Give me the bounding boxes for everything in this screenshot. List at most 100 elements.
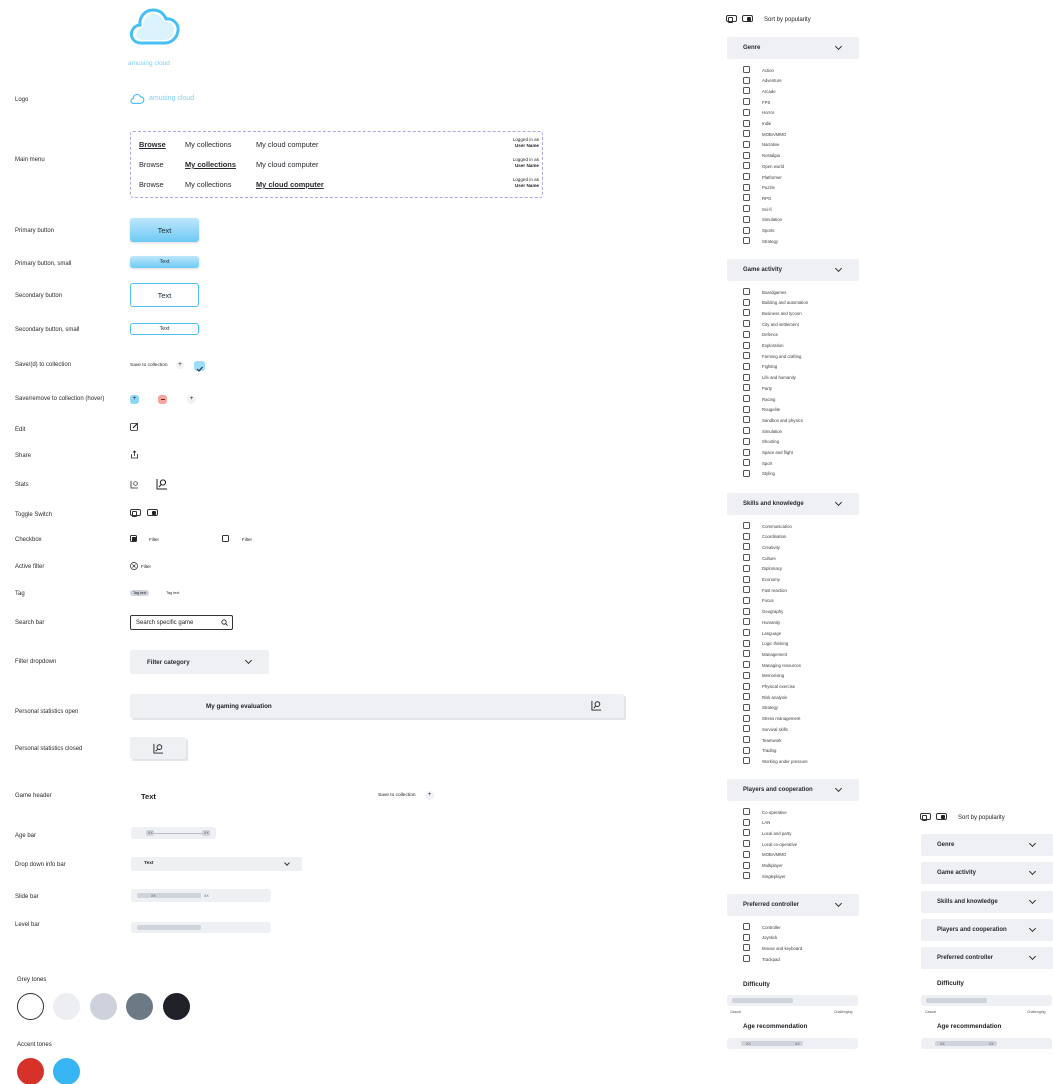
sort-toggle-off[interactable] xyxy=(920,813,931,821)
filter-checkbox[interactable] xyxy=(743,703,750,711)
filter-checkbox[interactable] xyxy=(743,746,750,754)
filter-section-players-and-cooperation[interactable]: Players and cooperation xyxy=(921,918,1053,941)
filter-checkbox[interactable] xyxy=(743,586,750,594)
checkbox-checked[interactable] xyxy=(130,535,137,542)
difficulty-level-bar[interactable] xyxy=(921,995,1052,1006)
filter-checkbox[interactable] xyxy=(743,661,750,669)
filter-checkbox[interactable] xyxy=(743,352,750,360)
filter-checkbox[interactable] xyxy=(743,757,750,765)
close-icon[interactable] xyxy=(130,562,138,570)
menu-item-browse[interactable]: Browse xyxy=(139,160,164,169)
filter-checkbox[interactable] xyxy=(743,693,750,701)
filter-checkbox[interactable] xyxy=(743,933,750,941)
filter-checkbox[interactable] xyxy=(743,564,750,572)
search-input-placeholder[interactable]: Search specific game xyxy=(136,620,193,626)
filter-section-genre[interactable]: Genre xyxy=(727,37,859,59)
filter-dropdown[interactable]: Filter category xyxy=(130,650,269,674)
filter-checkbox[interactable] xyxy=(743,736,750,743)
secondary-button[interactable]: Text xyxy=(130,283,199,307)
stats-icon-large[interactable] xyxy=(156,478,168,490)
filter-checkbox[interactable] xyxy=(743,607,750,615)
user-name[interactable]: User Name xyxy=(513,143,539,149)
filter-section-game-activity[interactable]: Game activity xyxy=(727,259,859,281)
filter-checkbox[interactable] xyxy=(743,162,750,170)
filter-checkbox[interactable] xyxy=(743,682,750,690)
drop-down-info-bar[interactable]: Text xyxy=(131,857,302,871)
add-to-collection-button[interactable]: + xyxy=(187,395,196,404)
filter-checkbox[interactable] xyxy=(743,341,750,349)
filter-checkbox[interactable] xyxy=(743,237,750,245)
filter-checkbox[interactable] xyxy=(743,829,750,837)
filter-checkbox[interactable] xyxy=(743,140,750,148)
filter-checkbox[interactable] xyxy=(743,205,750,213)
filter-checkbox[interactable] xyxy=(743,543,750,551)
toggle-switch-off[interactable] xyxy=(130,509,141,517)
filter-checkbox[interactable] xyxy=(743,330,750,338)
filter-checkbox[interactable] xyxy=(743,955,750,963)
remove-from-collection-hover-button[interactable] xyxy=(158,395,167,404)
filter-checkbox[interactable] xyxy=(743,861,750,869)
filter-checkbox[interactable] xyxy=(743,554,750,562)
filter-checkbox[interactable] xyxy=(743,872,750,880)
filter-checkbox[interactable] xyxy=(743,288,750,295)
filter-checkbox[interactable] xyxy=(743,384,750,392)
filter-checkbox[interactable] xyxy=(743,671,750,679)
filter-checkbox[interactable] xyxy=(743,108,750,116)
filter-checkbox[interactable] xyxy=(743,298,750,306)
filter-checkbox[interactable] xyxy=(743,87,750,95)
filter-section-preferred-controller[interactable]: Preferred controller xyxy=(921,947,1053,970)
filter-section-skills-and-knowledge[interactable]: Skills and knowledge xyxy=(921,890,1053,913)
plus-icon[interactable]: + xyxy=(176,361,184,369)
share-icon[interactable] xyxy=(130,450,139,459)
filter-checkbox[interactable] xyxy=(743,532,750,540)
filter-section-genre[interactable]: Genre xyxy=(921,834,1053,856)
filter-checkbox[interactable] xyxy=(743,215,750,223)
age-bar[interactable]: XX XX xyxy=(131,827,216,839)
filter-checkbox[interactable] xyxy=(743,650,750,658)
age-recommendation-bar[interactable]: XX XX xyxy=(727,1038,858,1049)
menu-item-my-cloud-computer[interactable]: My cloud computer xyxy=(256,180,324,189)
menu-item-browse[interactable]: Browse xyxy=(139,180,164,189)
game-header-save-label[interactable]: Save to collection xyxy=(378,793,416,798)
sort-toggle-off[interactable] xyxy=(726,15,737,23)
filter-checkbox[interactable] xyxy=(743,923,750,930)
tag-inactive[interactable]: Tag text xyxy=(163,590,182,596)
brand-logo-small[interactable]: amusing cloud xyxy=(130,92,210,106)
filter-checkbox[interactable] xyxy=(743,309,750,317)
filter-section-skills-and-knowledge[interactable]: Skills and knowledge xyxy=(727,493,859,515)
sort-toggle-on[interactable] xyxy=(936,813,947,820)
slide-bar[interactable]: XX XX xyxy=(131,889,271,902)
menu-item-my-cloud-computer[interactable]: My cloud computer xyxy=(256,140,318,149)
filter-checkbox[interactable] xyxy=(743,639,750,647)
stats-icon[interactable] xyxy=(591,700,602,711)
add-to-collection-hover-button[interactable]: + xyxy=(130,395,139,404)
filter-checkbox[interactable] xyxy=(743,714,750,722)
filter-checkbox[interactable] xyxy=(743,173,750,180)
filter-checkbox[interactable] xyxy=(743,362,750,370)
filter-checkbox[interactable] xyxy=(743,459,750,467)
user-name[interactable]: User Name xyxy=(513,163,539,169)
filter-checkbox[interactable] xyxy=(743,469,750,477)
filter-section-game-activity[interactable]: Game activity xyxy=(921,862,1053,885)
filter-checkbox[interactable] xyxy=(743,183,750,191)
filter-checkbox[interactable] xyxy=(743,840,750,848)
search-icon[interactable] xyxy=(221,619,228,626)
saved-check-button[interactable] xyxy=(194,361,205,372)
filter-checkbox[interactable] xyxy=(743,416,750,424)
filter-checkbox[interactable] xyxy=(743,98,750,106)
filter-checkbox[interactable] xyxy=(743,437,750,445)
filter-checkbox[interactable] xyxy=(743,405,750,413)
filter-checkbox[interactable] xyxy=(743,808,750,815)
personal-stats-closed[interactable] xyxy=(130,737,186,759)
slide-bar-range[interactable] xyxy=(137,893,201,898)
filter-section-preferred-controller[interactable]: Preferred controller xyxy=(727,894,859,916)
game-header-add-button[interactable]: + xyxy=(425,791,434,800)
primary-button[interactable]: Text xyxy=(130,218,199,242)
filter-checkbox[interactable] xyxy=(743,818,750,826)
stats-icon[interactable] xyxy=(153,743,164,754)
save-to-collection-label[interactable]: Save to collection xyxy=(130,363,168,368)
filter-checkbox[interactable] xyxy=(743,66,750,73)
toggle-switch-on[interactable] xyxy=(147,509,158,516)
personal-stats-open[interactable]: My gaming evaluation xyxy=(130,694,624,718)
active-filter-chip[interactable]: Filter xyxy=(130,562,170,571)
